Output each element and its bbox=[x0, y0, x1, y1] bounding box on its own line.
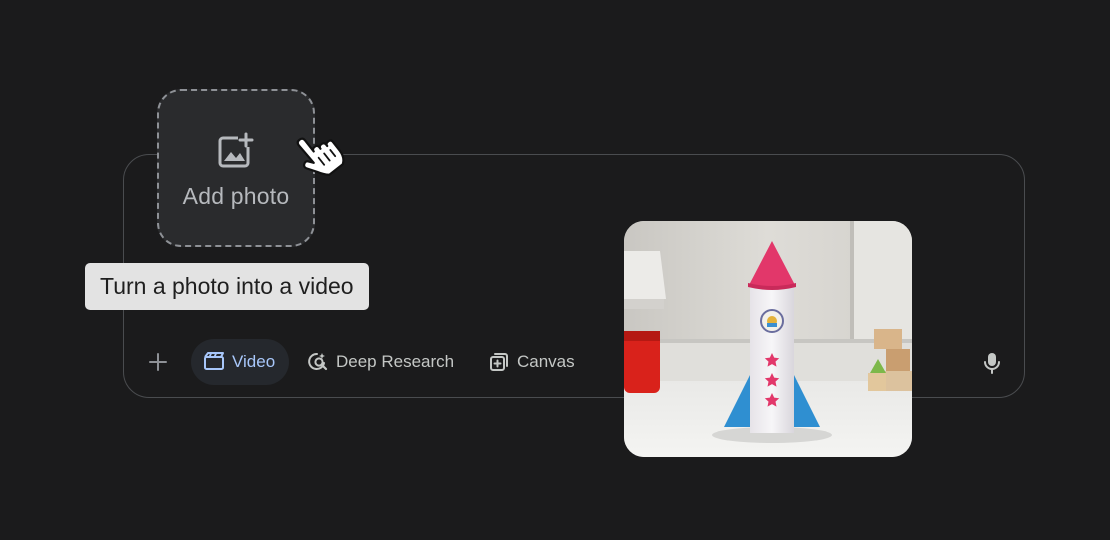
canvas-tool-button[interactable]: Canvas bbox=[488, 339, 575, 385]
deep-research-icon bbox=[308, 352, 328, 371]
plus-icon[interactable] bbox=[146, 350, 170, 374]
rocket-photo bbox=[624, 221, 912, 457]
tooltip: Turn a photo into a video bbox=[85, 263, 369, 310]
add-photo-icon bbox=[218, 132, 254, 167]
deep-research-tool-button[interactable]: Deep Research bbox=[307, 339, 454, 385]
add-photo-label: Add photo bbox=[182, 182, 290, 209]
microphone-icon[interactable] bbox=[981, 351, 1003, 375]
clapperboard-icon bbox=[204, 352, 224, 370]
photo-preview bbox=[624, 221, 912, 457]
hand-cursor-icon bbox=[296, 137, 345, 176]
video-tool-label: Video bbox=[232, 352, 276, 371]
deep-research-tool-label: Deep Research bbox=[336, 352, 455, 371]
video-tool-button[interactable]: Video bbox=[191, 339, 290, 385]
canvas-tool-label: Canvas bbox=[517, 352, 575, 371]
canvas-icon bbox=[490, 353, 508, 371]
